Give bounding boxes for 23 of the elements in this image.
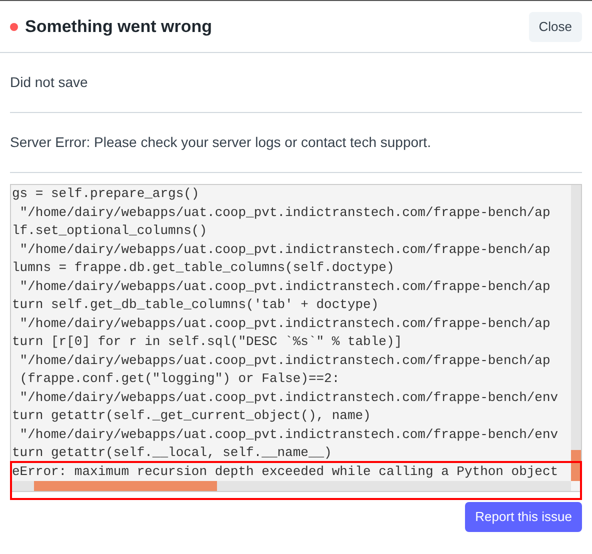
traceback-line: lumns = frappe.db.get_table_columns(self.doctype): [12, 259, 394, 277]
traceback-line: turn self.get_db_table_columns('tab' + doctype): [12, 296, 379, 314]
traceback-line: turn getattr(self._get_current_object(), name): [12, 407, 371, 425]
traceback-line: "/home/dairy/webapps/uat.coop_pvt.indictranstech.com/frappe-bench/ap: [18, 204, 550, 222]
traceback-line: eError: maximum recursion depth exceeded while calling a Python object: [12, 462, 558, 480]
traceback-line: (frappe.conf.get("logging") or False)==2:: [18, 370, 340, 388]
vertical-scrollbar[interactable]: [571, 185, 581, 481]
traceback-line: "/home/dairy/webapps/uat.coop_pvt.indictranstech.com/frappe-bench/ap: [18, 240, 550, 258]
traceback-line: gs = self.prepare_args(): [12, 185, 200, 203]
error-message: Did not save: [10, 73, 88, 92]
traceback-line: "/home/dairy/webapps/uat.coop_pvt.indictranstech.com/frappe-bench/ap: [18, 314, 550, 332]
traceback-line: "/home/dairy/webapps/uat.coop_pvt.indictranstech.com/frappe-bench/ap: [18, 352, 550, 370]
horizontal-scrollbar[interactable]: [11, 481, 571, 491]
traceback-line: "/home/dairy/webapps/uat.coop_pvt.indictranstech.com/frappe-bench/env: [18, 388, 558, 406]
traceback-line: turn [r[0] for r in self.sql("DESC `%s`" % table)]: [12, 333, 402, 351]
dialog-title: Something went wrong: [25, 16, 212, 38]
traceback-line: turn getattr(self.__local, self.__name__): [12, 444, 332, 462]
error-message: Server Error: Please check your server logs or contact tech support.: [10, 133, 431, 152]
close-button[interactable]: Close: [528, 12, 582, 42]
traceback-line: "/home/dairy/webapps/uat.coop_pvt.indictranstech.com/frappe-bench/ap: [18, 278, 550, 296]
traceback-line: "/home/dairy/webapps/uat.coop_pvt.indictranstech.com/frappe-bench/env: [18, 426, 558, 444]
report-issue-button[interactable]: Report this issue: [465, 502, 582, 532]
traceback-line: lf.set_optional_columns(): [12, 222, 208, 240]
